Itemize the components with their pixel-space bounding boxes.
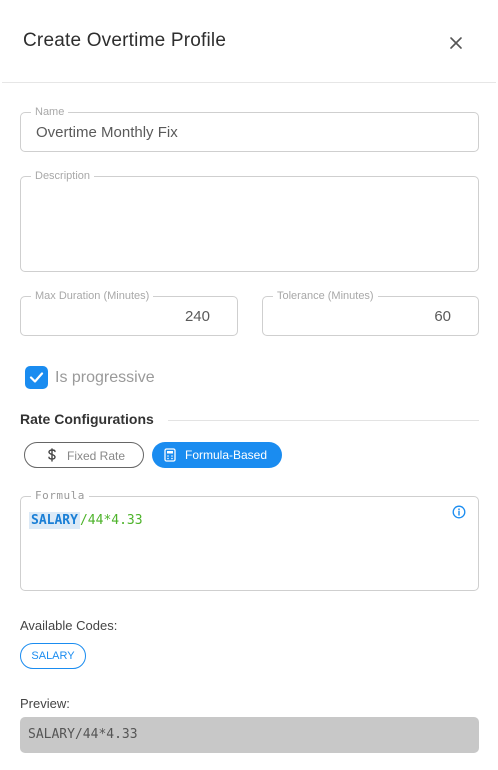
max-duration-field[interactable]: Max Duration (Minutes) 240 [20,289,238,336]
name-label: Name [31,105,69,119]
is-progressive-label[interactable]: Is progressive [55,369,155,387]
code-chip-salary[interactable]: SALARY [20,643,86,669]
is-progressive-checkbox[interactable] [25,366,48,389]
formula-based-button[interactable]: Formula-Based [152,442,282,468]
formula-label: Formula [31,489,89,503]
close-icon [450,37,462,49]
calculator-icon [164,448,176,462]
description-field[interactable]: Description [20,169,479,272]
formula-editor[interactable]: Formula SALARY/44*4.33 [20,489,479,591]
dollar-icon [48,448,56,462]
name-value: Overtime Monthly Fix [36,124,178,141]
preview-box: SALARY/44*4.33 [20,717,479,753]
info-icon[interactable] [452,505,466,519]
dialog-title: Create Overtime Profile [23,30,227,51]
fixed-rate-label: Fixed Rate [67,449,126,463]
formula-rest: /44*4.33 [79,513,143,528]
rate-configurations-title: Rate Configurations [20,411,154,427]
tolerance-field[interactable]: Tolerance (Minutes) 60 [262,289,479,336]
preview-value: SALARY/44*4.33 [28,727,138,742]
close-button[interactable] [444,31,468,55]
max-duration-label: Max Duration (Minutes) [31,289,154,303]
preview-label: Preview: [20,696,70,711]
formula-code-token: SALARY [29,512,80,529]
available-codes-label: Available Codes: [20,618,118,633]
name-field[interactable]: Name Overtime Monthly Fix [20,105,479,152]
formula-based-label: Formula-Based [185,448,268,462]
max-duration-value: 240 [184,308,210,325]
tolerance-label: Tolerance (Minutes) [273,289,378,303]
section-divider [168,420,479,421]
fixed-rate-button[interactable]: Fixed Rate [24,442,144,468]
dialog-header: Create Overtime Profile [2,1,496,83]
check-icon [29,372,44,383]
description-label: Description [31,169,95,183]
tolerance-value: 60 [434,308,451,325]
formula-text: SALARY/44*4.33 [29,512,143,529]
